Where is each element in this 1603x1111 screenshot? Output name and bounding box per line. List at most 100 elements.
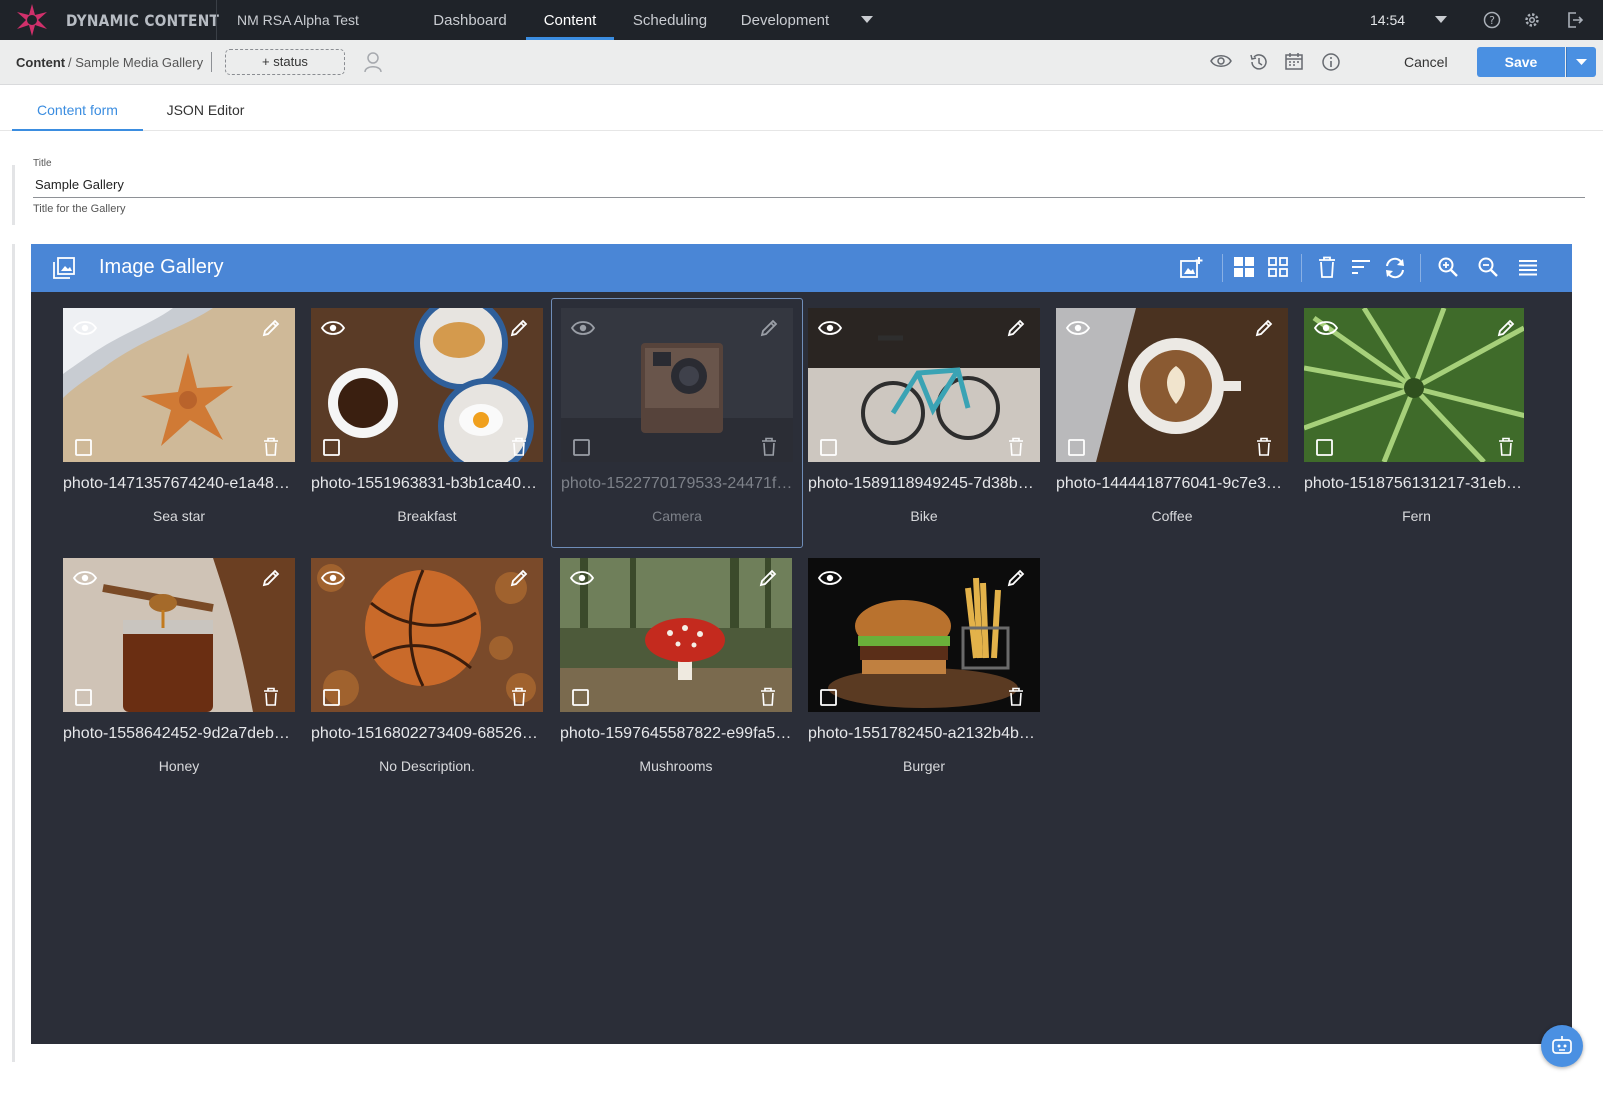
select-checkbox[interactable] <box>573 439 590 456</box>
gallery-item-sea-star[interactable]: photo-1471357674240-e1a485acb3e1 Sea sta… <box>63 308 295 558</box>
preview-eye-icon[interactable] <box>321 320 345 336</box>
select-checkbox[interactable] <box>1068 439 1085 456</box>
gallery-item-burger[interactable]: photo-1551782450-a2132b4ba21d Burger <box>808 558 1040 808</box>
image-filename: photo-1551963831-b3b1ca40c98e <box>311 475 543 492</box>
image-caption: No Description. <box>379 758 475 774</box>
gallery-item-camera[interactable]: photo-1522770179533-24471fcdba45 Camera <box>551 298 803 548</box>
assignee-user-icon[interactable] <box>363 51 383 73</box>
select-checkbox[interactable] <box>323 439 340 456</box>
delete-icon[interactable] <box>1008 687 1024 706</box>
edit-pencil-icon[interactable] <box>759 318 779 338</box>
image-caption: Camera <box>652 508 702 524</box>
delete-icon[interactable] <box>263 437 279 456</box>
zoom-out-icon[interactable] <box>1477 256 1499 278</box>
large-grid-view-icon[interactable] <box>1233 256 1255 278</box>
delete-icon[interactable] <box>511 437 527 456</box>
list-view-icon[interactable] <box>1517 256 1539 278</box>
hub-name[interactable]: NM RSA Alpha Test <box>237 12 359 28</box>
select-checkbox[interactable] <box>1316 439 1333 456</box>
preview-eye-icon[interactable] <box>571 320 595 336</box>
select-checkbox[interactable] <box>323 689 340 706</box>
gallery-title: Image Gallery <box>99 256 224 278</box>
preview-eye-icon[interactable] <box>1314 320 1338 336</box>
nav-development[interactable]: Development <box>735 0 835 40</box>
select-checkbox[interactable] <box>75 689 92 706</box>
delete-selected-icon[interactable] <box>1317 256 1337 278</box>
add-status-button[interactable]: + status <box>225 49 345 75</box>
image-caption: Fern <box>1402 508 1431 524</box>
edit-pencil-icon[interactable] <box>1254 318 1274 338</box>
preview-eye-icon[interactable] <box>321 570 345 586</box>
image-filename: photo-1522770179533-24471fcdba45 <box>561 475 793 492</box>
image-caption: Breakfast <box>397 508 457 524</box>
delete-icon[interactable] <box>761 437 777 456</box>
add-image-icon[interactable] <box>1179 256 1203 280</box>
nav-scheduling[interactable]: Scheduling <box>625 0 715 40</box>
image-filename: photo-1551782450-a2132b4ba21d <box>808 725 1040 742</box>
zoom-in-icon[interactable] <box>1437 256 1459 278</box>
calendar-icon[interactable] <box>1284 51 1304 71</box>
gallery-item-coffee[interactable]: photo-1444418776041-9c7e33cc5a9c Coffee <box>1056 308 1288 558</box>
info-icon[interactable] <box>1321 52 1341 72</box>
breadcrumb-root[interactable]: Content <box>16 55 65 70</box>
edit-pencil-icon[interactable] <box>509 568 529 588</box>
select-checkbox[interactable] <box>572 689 589 706</box>
help-icon[interactable]: ? <box>1483 11 1501 29</box>
preview-eye-icon[interactable] <box>73 570 97 586</box>
development-dropdown-icon[interactable] <box>861 16 873 24</box>
edit-pencil-icon[interactable] <box>1006 318 1026 338</box>
image-caption: Mushrooms <box>639 758 713 774</box>
edit-pencil-icon[interactable] <box>509 318 529 338</box>
gallery-item-breakfast[interactable]: photo-1551963831-b3b1ca40c98e Breakfast <box>311 308 543 558</box>
edit-pencil-icon[interactable] <box>261 318 281 338</box>
edit-pencil-icon[interactable] <box>758 568 778 588</box>
edit-pencil-icon[interactable] <box>261 568 281 588</box>
user-menu-dropdown-icon[interactable] <box>1435 16 1447 24</box>
settings-gear-icon[interactable] <box>1523 11 1541 29</box>
image-filename: photo-1589118949245-7d38baf380d6 <box>808 475 1040 492</box>
preview-eye-icon[interactable] <box>818 320 842 336</box>
logout-icon[interactable] <box>1566 11 1584 29</box>
preview-eye-icon[interactable] <box>818 570 842 586</box>
dynamic-content-logo-icon[interactable] <box>14 2 50 38</box>
small-grid-view-icon[interactable] <box>1267 256 1289 278</box>
title-input[interactable]: Sample Gallery <box>35 177 124 192</box>
tab-content-form[interactable]: Content form <box>12 85 143 131</box>
tab-json-editor[interactable]: JSON Editor <box>143 85 268 131</box>
select-checkbox[interactable] <box>820 439 837 456</box>
refresh-icon[interactable] <box>1383 256 1407 280</box>
nav-content[interactable]: Content <box>526 0 614 40</box>
preview-eye-icon[interactable] <box>1210 53 1232 69</box>
delete-icon[interactable] <box>1498 437 1514 456</box>
gallery-item-mushrooms[interactable]: photo-1597645587822-e99fa5d45d25 Mushroo… <box>560 558 792 808</box>
preview-eye-icon[interactable] <box>570 570 594 586</box>
gallery-item-fern[interactable]: photo-1518756131217-31eb79b20e8f Fern <box>1304 308 1536 558</box>
save-button[interactable]: Save <box>1477 47 1565 77</box>
clock: 14:54 <box>1370 12 1406 28</box>
delete-icon[interactable] <box>263 687 279 706</box>
select-checkbox[interactable] <box>75 439 92 456</box>
delete-icon[interactable] <box>760 687 776 706</box>
image-filename: photo-1597645587822-e99fa5d45d25 <box>560 725 792 742</box>
delete-icon[interactable] <box>1256 437 1272 456</box>
delete-icon[interactable] <box>511 687 527 706</box>
image-filename: photo-1518756131217-31eb79b20e8f <box>1304 475 1529 492</box>
assistant-chat-button[interactable] <box>1541 1025 1583 1067</box>
history-icon[interactable] <box>1248 52 1268 72</box>
gallery-item-bike[interactable]: photo-1589118949245-7d38baf380d6 Bike <box>808 308 1040 558</box>
edit-pencil-icon[interactable] <box>1496 318 1516 338</box>
preview-eye-icon[interactable] <box>73 320 97 336</box>
edit-pencil-icon[interactable] <box>1006 568 1026 588</box>
cancel-button[interactable]: Cancel <box>1404 54 1448 70</box>
nav-dashboard[interactable]: Dashboard <box>425 0 515 40</box>
sort-icon[interactable] <box>1350 256 1372 278</box>
image-caption: Bike <box>910 508 938 524</box>
delete-icon[interactable] <box>1008 437 1024 456</box>
gallery-item-basketball[interactable]: photo-1516802273409-68526ee1bdd6 No Desc… <box>311 558 543 808</box>
image-filename: photo-1444418776041-9c7e33cc5a9c <box>1056 475 1288 492</box>
preview-eye-icon[interactable] <box>1066 320 1090 336</box>
gallery-item-honey[interactable]: photo-1558642452-9d2a7deb7f62 Honey <box>63 558 295 808</box>
save-options-button[interactable] <box>1566 47 1596 77</box>
content-toolbar: Content / Sample Media Gallery + status … <box>0 40 1603 85</box>
select-checkbox[interactable] <box>820 689 837 706</box>
